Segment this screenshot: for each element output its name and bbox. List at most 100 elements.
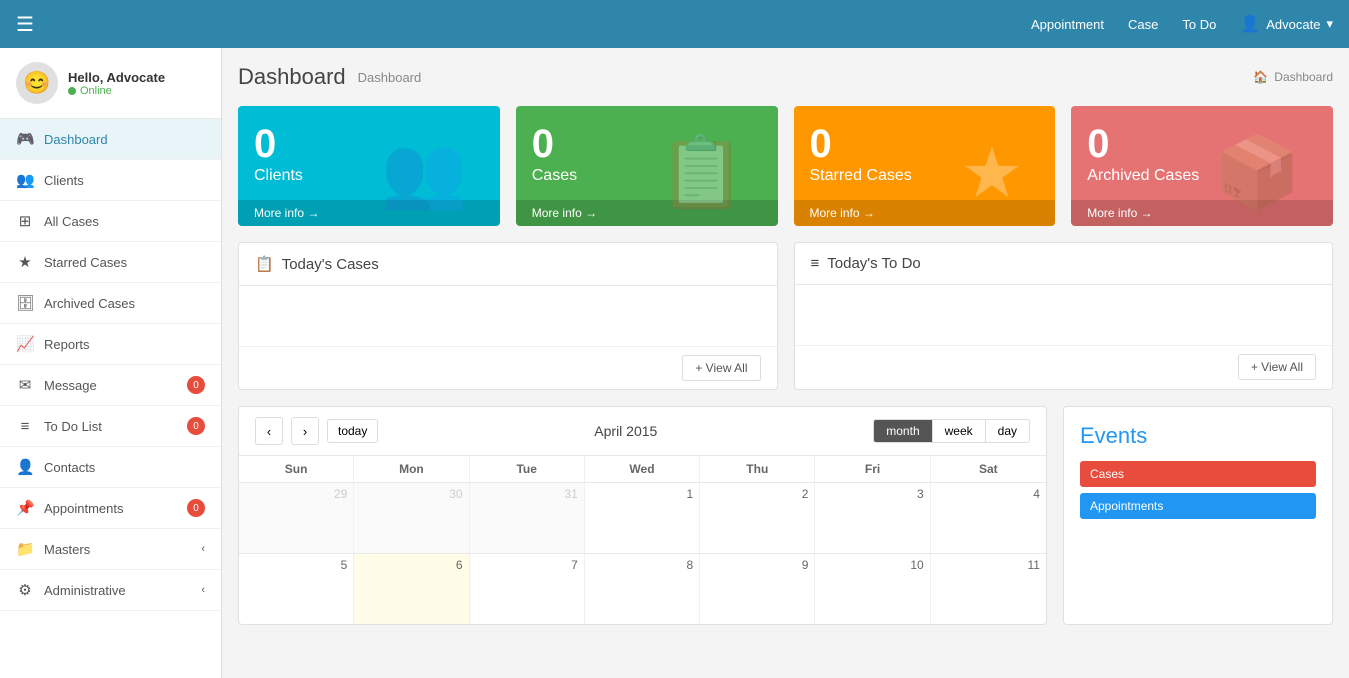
cal-day[interactable]: 7 [470, 554, 585, 624]
sidebar-item-label: Masters [44, 542, 90, 557]
top-nav: ☰ Appointment Case To Do 👤 Advocate ▾ [0, 0, 1349, 48]
user-greeting: Hello, Advocate [68, 70, 165, 85]
todays-cases-view-all-container: + View All [239, 346, 777, 389]
user-avatar-icon: 👤 [1240, 14, 1260, 34]
message-icon: ✉ [16, 376, 34, 394]
event-item-appointments[interactable]: Appointments [1080, 493, 1316, 519]
hamburger-menu[interactable]: ☰ [16, 12, 34, 37]
main-content: Dashboard Dashboard 🏠 Dashboard 0 Client… [222, 48, 1349, 678]
nav-case[interactable]: Case [1128, 17, 1158, 32]
calendar-grid: Sun Mon Tue Wed Thu Fri Sat 29 30 31 [239, 456, 1046, 624]
cal-day[interactable]: 10 [815, 554, 930, 624]
sidebar-item-administrative[interactable]: ⚙ Administrative ‹ [0, 570, 221, 611]
calendar-card: ‹ › today April 2015 month week day Sun … [238, 406, 1047, 625]
sidebar-item-todo-list[interactable]: ≡ To Do List 0 [0, 406, 221, 447]
cal-day[interactable]: 4 [931, 483, 1046, 553]
todays-todo-view-all-btn[interactable]: + View All [1238, 354, 1316, 380]
day-header-sun: Sun [239, 456, 354, 482]
contacts-icon: 👤 [16, 458, 34, 476]
todays-cases-view-all-btn[interactable]: + View All [682, 355, 760, 381]
calendar-prev-btn[interactable]: ‹ [255, 417, 283, 445]
sidebar-item-label: Reports [44, 337, 90, 352]
user-menu[interactable]: 👤 Advocate ▾ [1240, 14, 1333, 34]
sidebar-item-archived-cases[interactable]: 🗄 Archived Cases [0, 283, 221, 324]
sidebar-item-masters[interactable]: 📁 Masters ‹ [0, 529, 221, 570]
todays-todo-body [795, 285, 1333, 345]
day-header-tue: Tue [470, 456, 585, 482]
stat-cards: 0 Clients 👥 More info → 0 Cases 📋 More i… [238, 106, 1333, 226]
calendar-today-btn[interactable]: today [327, 419, 378, 443]
todays-todo-view-all-container: + View All [795, 345, 1333, 388]
cal-view-day[interactable]: day [986, 420, 1029, 442]
avatar-icon: 😊 [23, 70, 50, 96]
cal-day[interactable]: 30 [354, 483, 469, 553]
cal-day[interactable]: 2 [700, 483, 815, 553]
sidebar-item-reports[interactable]: 📈 Reports [0, 324, 221, 365]
sidebar-item-message[interactable]: ✉ Message 0 [0, 365, 221, 406]
cal-day[interactable]: 3 [815, 483, 930, 553]
cal-day-today[interactable]: 6 [354, 554, 469, 624]
user-status: Online [68, 85, 165, 97]
nav-todo[interactable]: To Do [1182, 17, 1216, 32]
cases-bg-icon: 📋 [658, 132, 745, 214]
reports-icon: 📈 [16, 335, 34, 353]
todo-badge: 0 [187, 417, 205, 435]
all-cases-icon: ⊞ [16, 212, 34, 230]
nav-appointment[interactable]: Appointment [1031, 17, 1104, 32]
breadcrumb-left: Dashboard Dashboard [238, 64, 421, 90]
user-label: Advocate [1266, 17, 1320, 32]
breadcrumb-right: 🏠 Dashboard [1253, 70, 1333, 84]
page-title: Dashboard [238, 64, 346, 90]
cal-day[interactable]: 8 [585, 554, 700, 624]
sidebar-item-dashboard[interactable]: 🎮 Dashboard [0, 119, 221, 160]
cal-day[interactable]: 1 [585, 483, 700, 553]
sidebar: 😊 Hello, Advocate Online 🎮 Dashboard 👥 C… [0, 48, 222, 678]
todays-todo-card: ≡ Today's To Do + View All [794, 242, 1334, 390]
stat-card-cases: 0 Cases 📋 More info → [516, 106, 778, 226]
sidebar-item-contacts[interactable]: 👤 Contacts [0, 447, 221, 488]
archived-bg-icon: 📦 [1214, 132, 1301, 214]
event-item-cases[interactable]: Cases [1080, 461, 1316, 487]
breadcrumb-right-text: Dashboard [1274, 70, 1333, 84]
sidebar-item-label: Contacts [44, 460, 95, 475]
status-dot [68, 87, 76, 95]
dashboard-icon: 🎮 [16, 130, 34, 148]
cal-day[interactable]: 31 [470, 483, 585, 553]
appointments-badge: 0 [187, 499, 205, 517]
sidebar-item-label: Dashboard [44, 132, 108, 147]
day-header-thu: Thu [700, 456, 815, 482]
events-title: Events [1080, 423, 1316, 449]
sidebar-item-label: To Do List [44, 419, 102, 434]
calendar-header: ‹ › today April 2015 month week day [239, 407, 1046, 456]
main-layout: 😊 Hello, Advocate Online 🎮 Dashboard 👥 C… [0, 48, 1349, 678]
cal-day[interactable]: 5 [239, 554, 354, 624]
cal-week-2: 5 6 7 8 9 10 11 [239, 554, 1046, 624]
clients-bg-icon: 👥 [381, 132, 468, 214]
day-header-wed: Wed [585, 456, 700, 482]
cal-view-month[interactable]: month [874, 420, 932, 442]
cal-day[interactable]: 9 [700, 554, 815, 624]
sidebar-item-label: Starred Cases [44, 255, 127, 270]
day-header-sat: Sat [931, 456, 1046, 482]
sidebar-item-appointments[interactable]: 📌 Appointments 0 [0, 488, 221, 529]
status-text: Online [80, 85, 112, 97]
sidebar-item-clients[interactable]: 👥 Clients [0, 160, 221, 201]
cal-day[interactable]: 11 [931, 554, 1046, 624]
calendar-section: ‹ › today April 2015 month week day Sun … [238, 406, 1333, 625]
todo-list-icon: ≡ [16, 418, 34, 435]
todays-cases-body [239, 286, 777, 346]
calendar-next-btn[interactable]: › [291, 417, 319, 445]
sidebar-item-starred-cases[interactable]: ★ Starred Cases [0, 242, 221, 283]
sidebar-item-label: Clients [44, 173, 84, 188]
starred-cases-icon: ★ [16, 253, 34, 271]
sections-row: 📋 Today's Cases + View All ≡ Today's To … [238, 242, 1333, 390]
sidebar-item-all-cases[interactable]: ⊞ All Cases [0, 201, 221, 242]
day-header-mon: Mon [354, 456, 469, 482]
calendar-month-title: April 2015 [386, 423, 865, 439]
todays-cases-card: 📋 Today's Cases + View All [238, 242, 778, 390]
cal-day[interactable]: 29 [239, 483, 354, 553]
todo-section-icon: ≡ [811, 255, 820, 272]
masters-arrow: ‹ [201, 543, 205, 555]
cases-section-icon: 📋 [255, 255, 274, 273]
cal-view-week[interactable]: week [933, 420, 986, 442]
